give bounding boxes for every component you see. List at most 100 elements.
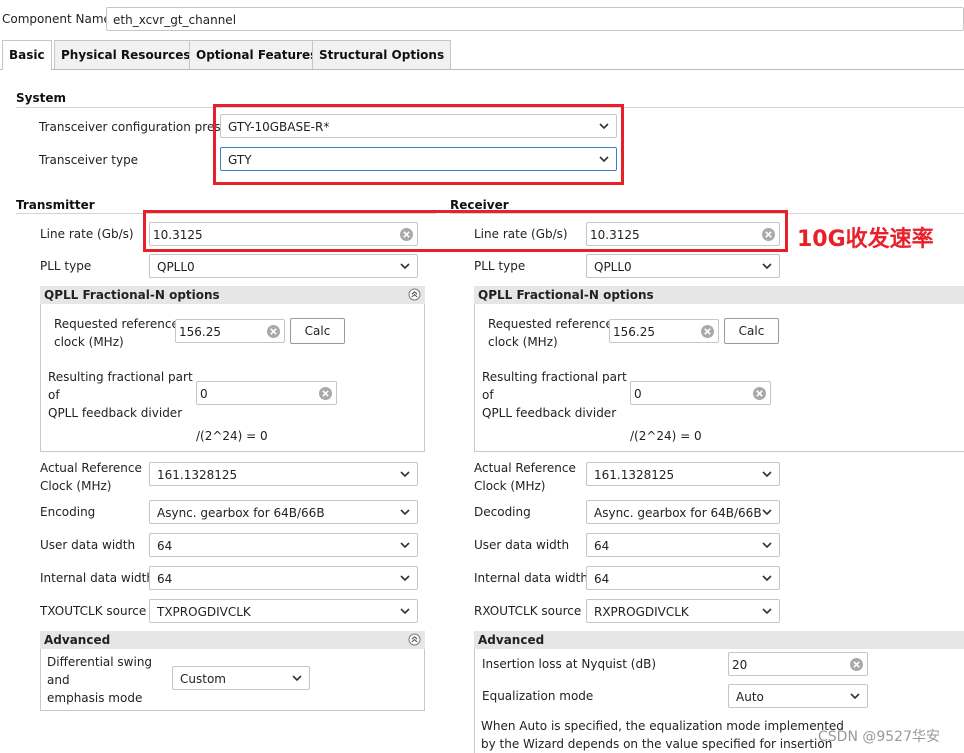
rx-internal-width-dropdown[interactable]: 64	[586, 566, 780, 590]
tx-calc-button[interactable]: Calc	[290, 318, 345, 344]
component-name-value: eth_xcvr_gt_channel	[113, 13, 237, 27]
tx-encoding-dropdown[interactable]: Async. gearbox for 64B/66B	[149, 500, 418, 524]
clear-icon[interactable]	[318, 386, 333, 401]
rx-calc-button[interactable]: Calc	[724, 318, 779, 344]
tx-internal-width-label: Internal data width	[40, 571, 154, 585]
rx-eq-label: Equalization mode	[482, 689, 594, 703]
tx-pll-type-value: QPLL0	[157, 260, 195, 274]
tx-frac-value: 0	[200, 387, 208, 401]
chevron-down-icon	[291, 671, 303, 685]
chevron-down-icon	[399, 467, 411, 481]
chevron-down-icon	[399, 571, 411, 585]
tx-user-width-dropdown[interactable]: 64	[149, 533, 418, 557]
rx-qpll-group-header[interactable]: QPLL Fractional-N options	[474, 286, 964, 304]
tx-outclk-label: TXOUTCLK source	[40, 604, 147, 618]
clear-icon[interactable]	[752, 386, 767, 401]
rx-outclk-dropdown[interactable]: RXPROGDIVCLK	[586, 599, 780, 623]
tab-structural-options[interactable]: Structural Options	[312, 40, 452, 69]
rx-frac-input[interactable]: 0	[630, 381, 771, 405]
highlight-box-line-rate	[143, 210, 788, 252]
rx-req-ref-value: 156.25	[613, 325, 655, 339]
rx-decoding-label: Decoding	[474, 505, 531, 519]
rx-internal-width-value: 64	[594, 572, 610, 586]
tx-user-width-label: User data width	[40, 538, 136, 552]
tx-pll-type-dropdown[interactable]: QPLL0	[149, 254, 418, 278]
tx-qpll-group-title: QPLL Fractional-N options	[44, 288, 220, 302]
tx-req-ref-input[interactable]: 156.25	[175, 319, 285, 343]
chevron-down-icon	[761, 604, 773, 618]
transceiver-type-label: Transceiver type	[39, 153, 139, 167]
collapse-icon[interactable]	[408, 633, 421, 646]
tx-encoding-value: Async. gearbox for 64B/66B	[157, 506, 325, 520]
chevron-down-icon	[849, 689, 861, 703]
tx-swing-label: Differential swing and emphasis mode	[47, 655, 153, 705]
rx-eq-dropdown[interactable]: Auto	[728, 684, 868, 708]
tx-encoding-label: Encoding	[40, 505, 96, 519]
rx-frac-label: Resulting fractional part of QPLL feedba…	[482, 370, 627, 420]
rx-decoding-value: Async. gearbox for 64B/66B	[594, 506, 762, 520]
tx-actual-ref-label: Actual Reference Clock (MHz)	[40, 461, 142, 493]
component-name-label: Component Name	[2, 12, 111, 26]
chevron-down-icon	[399, 604, 411, 618]
rx-user-width-label: User data width	[474, 538, 570, 552]
rx-user-width-dropdown[interactable]: 64	[586, 533, 780, 557]
clear-icon[interactable]	[700, 324, 715, 339]
rx-outclk-label: RXOUTCLK source	[474, 604, 582, 618]
rx-actual-ref-value: 161.1328125	[594, 468, 675, 482]
clear-icon[interactable]	[849, 657, 864, 672]
annotation-text: 10G收发速率	[797, 227, 934, 252]
tx-actual-ref-dropdown[interactable]: 161.1328125	[149, 462, 418, 486]
chevron-down-icon	[761, 259, 773, 273]
preset-label: Transceiver configuration preset	[39, 120, 233, 134]
tx-user-width-value: 64	[157, 539, 173, 553]
rx-req-ref-input[interactable]: 156.25	[609, 319, 719, 343]
rx-insertion-input[interactable]: 20	[728, 652, 868, 676]
chevron-down-icon	[399, 538, 411, 552]
tab-optional-features[interactable]: Optional Features	[189, 40, 325, 69]
tab-physical-resources[interactable]: Physical Resources	[54, 40, 198, 69]
tx-actual-ref-value: 161.1328125	[157, 468, 238, 482]
chevron-down-icon	[761, 571, 773, 585]
tx-swing-dropdown[interactable]: Custom	[172, 666, 310, 690]
rx-eq-value: Auto	[736, 690, 764, 704]
tx-req-ref-value: 156.25	[179, 325, 221, 339]
chevron-down-icon	[761, 505, 773, 519]
tx-line-rate-label: Line rate (Gb/s)	[40, 227, 134, 241]
rx-qpll-group-title: QPLL Fractional-N options	[478, 288, 654, 302]
rx-frac-value: 0	[634, 387, 642, 401]
chevron-down-icon	[399, 505, 411, 519]
rx-decoding-dropdown[interactable]: Async. gearbox for 64B/66B	[586, 500, 780, 524]
tx-advanced-group-title: Advanced	[44, 633, 111, 647]
rx-advanced-group-header[interactable]: Advanced	[474, 631, 964, 649]
tx-internal-width-dropdown[interactable]: 64	[149, 566, 418, 590]
tab-basic[interactable]: Basic	[2, 40, 52, 70]
tx-frac-note: /(2^24) = 0	[196, 429, 268, 443]
watermark: CSDN @9527华安	[818, 729, 940, 745]
collapse-icon[interactable]	[408, 288, 421, 301]
rx-actual-ref-dropdown[interactable]: 161.1328125	[586, 462, 780, 486]
clear-icon[interactable]	[266, 324, 281, 339]
chevron-down-icon	[399, 259, 411, 273]
rx-advanced-group-title: Advanced	[478, 633, 545, 647]
component-name-input[interactable]: eth_xcvr_gt_channel	[106, 7, 964, 31]
rx-pll-type-label: PLL type	[474, 259, 526, 273]
rx-internal-width-label: Internal data width	[474, 571, 588, 585]
tab-bar: Basic Physical Resources Optional Featur…	[0, 40, 964, 70]
tx-qpll-group-header[interactable]: QPLL Fractional-N options	[40, 286, 425, 304]
tx-pll-type-label: PLL type	[40, 259, 92, 273]
system-section-title: System	[16, 91, 66, 105]
rx-actual-ref-label: Actual Reference Clock (MHz)	[474, 461, 576, 493]
transmitter-section-title: Transmitter	[16, 198, 95, 212]
tx-frac-input[interactable]: 0	[196, 381, 337, 405]
tx-advanced-group-header[interactable]: Advanced	[40, 631, 425, 649]
tx-outclk-dropdown[interactable]: TXPROGDIVCLK	[149, 599, 418, 623]
rx-insertion-value: 20	[732, 658, 748, 672]
tx-outclk-value: TXPROGDIVCLK	[157, 605, 251, 619]
rx-user-width-value: 64	[594, 539, 610, 553]
tx-internal-width-value: 64	[157, 572, 173, 586]
rx-pll-type-dropdown[interactable]: QPLL0	[586, 254, 780, 278]
rx-insertion-label: Insertion loss at Nyquist (dB)	[482, 657, 656, 671]
rx-req-ref-label: Requested reference clock (MHz)	[488, 317, 613, 349]
tx-frac-label: Resulting fractional part of QPLL feedba…	[48, 370, 193, 420]
rx-outclk-value: RXPROGDIVCLK	[594, 605, 689, 619]
